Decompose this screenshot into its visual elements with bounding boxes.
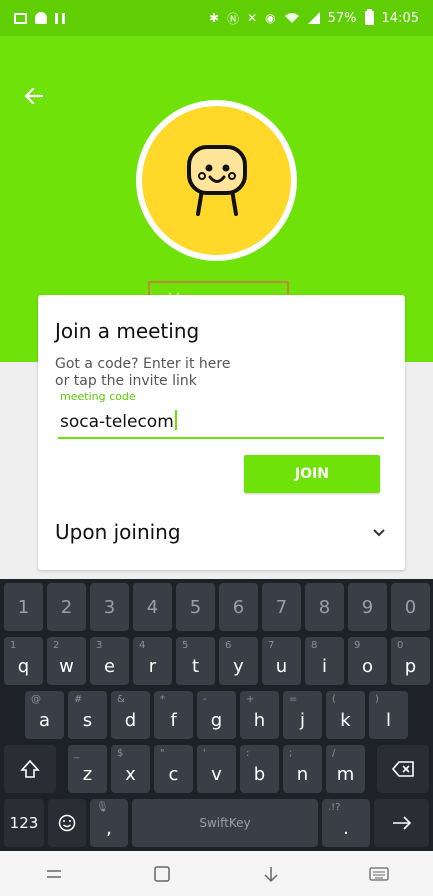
- letter-key-g[interactable]: -g: [197, 691, 236, 739]
- avatar[interactable]: [136, 100, 297, 261]
- upon-joining-row[interactable]: Upon joining: [55, 515, 388, 549]
- bluetooth-icon: ✱: [209, 11, 220, 25]
- keyboard-row-1: 1q2w3e4r5t6y7u8i9o0p: [0, 637, 433, 689]
- letter-key-e[interactable]: 3e: [90, 637, 129, 685]
- letter-key-w[interactable]: 2w: [47, 637, 86, 685]
- join-button[interactable]: JOIN: [244, 455, 380, 493]
- letter-key-n[interactable]: ; n: [283, 745, 322, 793]
- letter-key-f[interactable]: * f: [154, 691, 193, 739]
- hide-keyboard-icon: [264, 866, 278, 882]
- status-bar: ✱ Ⓝ ✕ ◉ 57% 14:05: [0, 0, 433, 36]
- meeting-code-value: soca-telecom: [60, 412, 174, 432]
- letter-key-j[interactable]: = j: [283, 691, 322, 739]
- period-key[interactable]: .!? .: [322, 799, 370, 847]
- subtitle-line-1: Got a code? Enter it here: [55, 356, 231, 372]
- nfc-icon: Ⓝ: [227, 11, 240, 26]
- mic-icon: 🎙: [96, 802, 109, 813]
- home-icon: [154, 865, 171, 882]
- number-key-6[interactable]: 6: [219, 583, 258, 631]
- keyboard: 1234567890 1q2w3e4r5t6y7u8i9o0p @ a # s & d * f…: [0, 579, 433, 851]
- backspace-key[interactable]: [377, 745, 429, 793]
- battery-icon: [364, 9, 374, 25]
- letter-key-k[interactable]: (k: [326, 691, 365, 739]
- signal-icon: [307, 12, 320, 24]
- number-key-7[interactable]: 7: [262, 583, 301, 631]
- alarm-icon: ◉: [265, 11, 276, 25]
- letter-key-x[interactable]: $ x: [111, 745, 150, 793]
- shift-key[interactable]: [4, 745, 56, 793]
- letter-key-m[interactable]: / m: [326, 745, 365, 793]
- text-caret: [174, 410, 177, 430]
- letter-key-o[interactable]: 9o: [348, 637, 387, 685]
- emoji-key[interactable]: [48, 799, 86, 847]
- home-button[interactable]: [148, 860, 176, 888]
- swiftkey-logo: SwiftKey: [199, 816, 251, 830]
- enter-key[interactable]: [374, 799, 429, 847]
- join-meeting-card: Join a meeting Got a code? Enter it here…: [38, 295, 405, 570]
- letter-key-a[interactable]: @ a: [25, 691, 64, 739]
- shift-icon: [20, 759, 40, 778]
- letter-key-v[interactable]: ' v: [197, 745, 236, 793]
- letter-key-s[interactable]: # s: [68, 691, 107, 739]
- robot-face-icon: [187, 145, 247, 216]
- letter-key-d[interactable]: & d: [111, 691, 150, 739]
- letter-key-u[interactable]: 7u: [262, 637, 301, 685]
- card-title: Join a meeting: [55, 319, 200, 343]
- system-nav-bar: [0, 851, 433, 896]
- keyboard-row-3: _ z $ x " c ' v: b; n / m: [0, 745, 433, 797]
- number-key-5[interactable]: 5: [176, 583, 215, 631]
- letter-key-l[interactable]: ) l: [369, 691, 408, 739]
- battery-percent: 57%: [327, 10, 357, 26]
- meeting-code-input[interactable]: soca-telecom: [58, 407, 384, 439]
- letter-key-q[interactable]: 1q: [4, 637, 43, 685]
- back-arrow-icon[interactable]: [20, 84, 48, 112]
- upon-joining-label: Upon joining: [55, 520, 181, 544]
- card-subtitle: Got a code? Enter it here or tap the inv…: [55, 356, 230, 390]
- hide-keyboard-button[interactable]: [257, 860, 285, 888]
- keyboard-number-row: 1234567890: [0, 583, 433, 635]
- wifi-icon: [284, 13, 299, 23]
- emoji-icon: [58, 814, 76, 832]
- arrow-right-icon: [392, 816, 411, 830]
- number-key-9[interactable]: 9: [348, 583, 387, 631]
- letter-key-t[interactable]: 5t: [176, 637, 215, 685]
- backspace-icon: [392, 761, 414, 777]
- chevron-down-icon: [373, 529, 385, 537]
- mute-icon: ✕: [247, 11, 258, 25]
- pause-icon: [55, 12, 65, 24]
- meeting-code-label: meeting code: [60, 390, 136, 403]
- gallery-icon: [14, 12, 27, 24]
- number-key-4[interactable]: 4: [133, 583, 172, 631]
- letter-key-r[interactable]: 4r: [133, 637, 172, 685]
- number-key-0[interactable]: 0: [391, 583, 430, 631]
- symbols-key[interactable]: 123: [4, 799, 44, 847]
- number-key-2[interactable]: 2: [47, 583, 86, 631]
- letter-key-h[interactable]: + h: [240, 691, 279, 739]
- letter-key-c[interactable]: " c: [154, 745, 193, 793]
- number-key-1[interactable]: 1: [4, 583, 43, 631]
- space-key[interactable]: SwiftKey: [132, 799, 318, 847]
- letter-key-p[interactable]: 0p: [391, 637, 430, 685]
- trophy-icon: [35, 12, 47, 24]
- letter-key-z[interactable]: _ z: [68, 745, 107, 793]
- letter-key-y[interactable]: 6y: [219, 637, 258, 685]
- keyboard-row-2: @ a # s & d * f - g + h = j(k) l: [0, 691, 433, 743]
- comma-key[interactable]: 🎙 ,: [90, 799, 128, 847]
- letter-key-i[interactable]: 8i: [305, 637, 344, 685]
- number-key-8[interactable]: 8: [305, 583, 344, 631]
- subtitle-line-2: or tap the invite link: [55, 373, 197, 389]
- letter-key-b[interactable]: :b: [240, 745, 279, 793]
- clock: 14:05: [381, 10, 419, 26]
- recent-apps-button[interactable]: [40, 860, 68, 888]
- keyboard-icon: [369, 866, 389, 881]
- keyboard-switch-button[interactable]: [365, 860, 393, 888]
- recent-apps-icon: [47, 869, 62, 878]
- keyboard-bottom-row: 123 🎙 , SwiftKey .!? .: [0, 799, 433, 851]
- number-key-3[interactable]: 3: [90, 583, 129, 631]
